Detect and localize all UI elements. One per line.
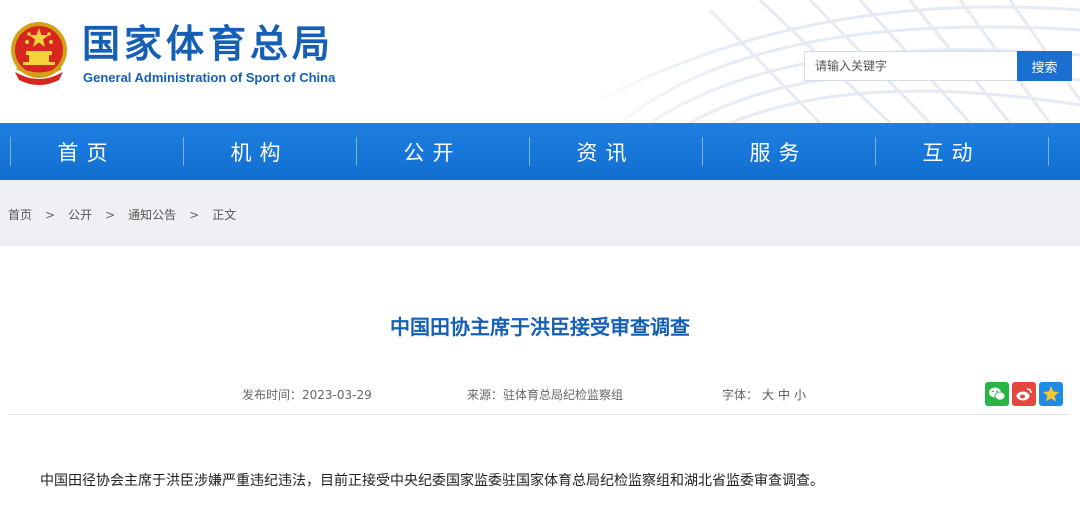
article-title: 中国田协主席于洪臣接受审查调查 (390, 315, 690, 339)
share-buttons (985, 382, 1063, 406)
breadcrumb-current: 正文 (212, 208, 237, 222)
nav-item-label: 互动 (922, 140, 981, 165)
breadcrumb-notices[interactable]: 通知公告 (128, 206, 176, 223)
search-button[interactable]: 搜索 (1017, 51, 1072, 81)
search-box: 搜索 (804, 51, 1072, 81)
article-source: 来源：驻体育总局纪检监察组 (467, 388, 624, 402)
font-size-medium[interactable]: 中 (778, 388, 790, 402)
qzone-icon[interactable] (1039, 382, 1063, 406)
breadcrumb-separator: > (189, 207, 200, 222)
nav-item-label: 首页 (57, 140, 116, 165)
nav-divider (183, 137, 184, 166)
nav-item-label: 资讯 (576, 140, 635, 165)
breadcrumb-separator: > (45, 207, 56, 222)
site-header: 国家体育总局 General Administration of Sport o… (0, 0, 1080, 123)
nav-divider (529, 137, 530, 166)
main-nav: 首页 机构 公开 资讯 服务 互动 (0, 123, 1080, 180)
nav-divider (702, 137, 703, 166)
nav-divider (875, 137, 876, 166)
font-size-large[interactable]: 大 (762, 388, 774, 402)
site-subtitle: General Administration of Sport of China (83, 70, 336, 85)
nav-divider (1048, 137, 1049, 166)
nav-item-news[interactable]: 资讯 (519, 123, 692, 180)
nav-divider (10, 137, 11, 166)
breadcrumb-separator: > (105, 207, 116, 222)
wechat-icon[interactable] (985, 382, 1009, 406)
font-size-small[interactable]: 小 (794, 388, 806, 402)
breadcrumb: 首页 > 公开 > 通知公告 > 正文 (8, 206, 236, 223)
nav-item-label: 公开 (403, 140, 462, 165)
breadcrumb-bar: 首页 > 公开 > 通知公告 > 正文 (0, 180, 1080, 246)
meta-divider (8, 414, 1070, 415)
nav-item-home[interactable]: 首页 (0, 123, 173, 180)
search-input[interactable] (804, 51, 1017, 81)
nav-item-services[interactable]: 服务 (692, 123, 865, 180)
weibo-icon[interactable] (1012, 382, 1036, 406)
publish-date: 发布时间：2023-03-29 (242, 388, 372, 402)
nav-divider (356, 137, 357, 166)
breadcrumb-public[interactable]: 公开 (68, 206, 92, 223)
nav-item-label: 服务 (749, 140, 808, 165)
nav-item-interaction[interactable]: 互动 (865, 123, 1038, 180)
font-size-control: 字体：大中小 (722, 386, 806, 403)
breadcrumb-home[interactable]: 首页 (8, 206, 32, 223)
nav-item-public[interactable]: 公开 (346, 123, 519, 180)
nav-item-organization[interactable]: 机构 (173, 123, 346, 180)
nav-item-label: 机构 (230, 140, 289, 165)
site-title[interactable]: 国家体育总局 (82, 20, 334, 68)
national-emblem-icon (11, 22, 67, 85)
article-body: 中国田径协会主席于洪臣涉嫌严重违纪违法，目前正接受中央纪委国家监委驻国家体育总局… (40, 473, 824, 489)
font-size-label: 字体： (722, 388, 759, 402)
